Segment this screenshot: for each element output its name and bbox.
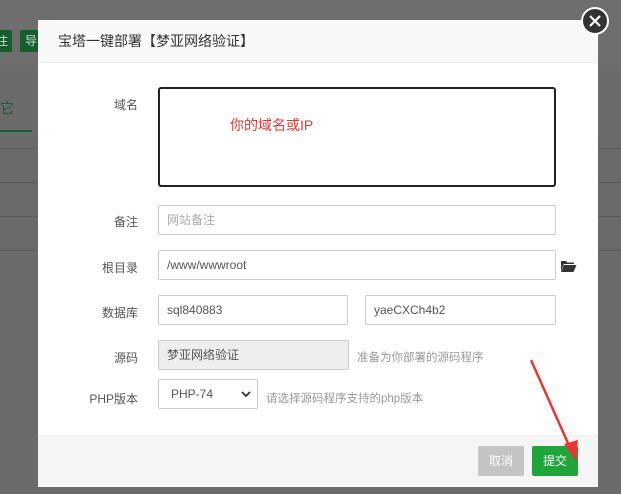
database-label: 数据库 <box>101 306 138 320</box>
domain-label: 域名 <box>113 98 138 112</box>
dialog-footer: 取消 提交 <box>38 435 598 487</box>
php-version-selected: PHP-74 <box>171 387 214 401</box>
deploy-dialog: 宝塔一键部署【梦亚网络验证】 域名 你的域名或IP 备注 网站备注 根目录 /w… <box>38 20 598 487</box>
cancel-button[interactable]: 取消 <box>478 446 524 476</box>
dialog-title: 宝塔一键部署【梦亚网络验证】 <box>58 33 254 49</box>
source-label: 源码 <box>113 351 138 365</box>
domain-hint: 你的域名或IP <box>230 117 314 133</box>
background-button: 注 <box>0 30 12 52</box>
root-dir-label: 根目录 <box>101 261 138 275</box>
domain-textarea[interactable]: 你的域名或IP <box>158 87 556 187</box>
close-icon <box>589 15 601 27</box>
source-input: 梦亚网络验证 <box>158 340 349 370</box>
php-label: PHP版本 <box>89 392 138 406</box>
remark-label: 备注 <box>113 215 138 229</box>
source-hint: 准备为你部署的源码程序 <box>357 352 484 364</box>
annotation-arrow-icon <box>529 359 578 462</box>
database-password-input[interactable]: yaeCXCh4b2 <box>365 295 556 325</box>
background-tab: 其它 <box>0 100 14 116</box>
dialog-header: 宝塔一键部署【梦亚网络验证】 <box>38 20 598 63</box>
remark-input[interactable]: 网站备注 <box>158 205 556 235</box>
close-button[interactable] <box>581 7 609 35</box>
chevron-down-icon <box>241 391 251 398</box>
background-tab-underline <box>0 130 32 132</box>
php-version-select[interactable]: PHP-74 <box>158 379 258 409</box>
folder-open-icon[interactable] <box>560 259 577 273</box>
root-dir-input[interactable]: /www/wwwroot <box>158 250 556 280</box>
php-hint: 请选择源码程序支持的php版本 <box>266 393 424 405</box>
database-name-input[interactable]: sql840883 <box>158 295 348 325</box>
